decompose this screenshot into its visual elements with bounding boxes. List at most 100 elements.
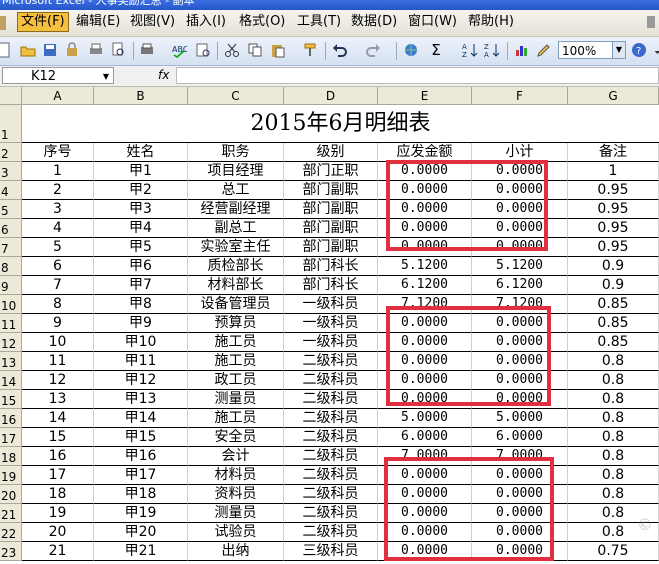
column-label[interactable]: 序号 [22, 143, 94, 162]
table-cell[interactable]: 一级科员 [284, 295, 378, 314]
row-header[interactable]: 18 [0, 447, 22, 466]
table-cell[interactable]: 0.95 [568, 219, 659, 238]
table-cell[interactable]: 部门副职 [284, 219, 378, 238]
table-cell[interactable]: 0.0000 [378, 523, 472, 542]
table-cell[interactable]: 7.0000 [472, 447, 568, 466]
table-cell[interactable]: 0.75 [568, 542, 659, 561]
formula-input[interactable] [176, 67, 659, 84]
table-cell[interactable]: 17 [22, 466, 94, 485]
table-cell[interactable]: 0.0000 [378, 542, 472, 561]
column-label[interactable]: 应发金额 [378, 143, 472, 162]
research-icon[interactable] [195, 42, 211, 58]
table-cell[interactable]: 6 [22, 257, 94, 276]
table-cell[interactable]: 甲4 [94, 219, 188, 238]
permission-icon[interactable] [64, 42, 80, 58]
row-header[interactable]: 5 [0, 200, 22, 219]
table-cell[interactable]: 0.0000 [472, 466, 568, 485]
table-cell[interactable]: 5 [22, 238, 94, 257]
table-cell[interactable]: 7.0000 [378, 447, 472, 466]
table-cell[interactable]: 甲5 [94, 238, 188, 257]
sort-descending-icon[interactable]: ZA [484, 42, 500, 59]
table-cell[interactable]: 0.9 [568, 257, 659, 276]
table-cell[interactable]: 0.0000 [472, 162, 568, 181]
table-cell[interactable]: 材料部长 [188, 276, 284, 295]
table-cell[interactable]: 二级科员 [284, 485, 378, 504]
table-cell[interactable]: 甲20 [94, 523, 188, 542]
table-cell[interactable]: 0.0000 [378, 504, 472, 523]
table-cell[interactable]: 甲14 [94, 409, 188, 428]
table-cell[interactable]: 0.0000 [472, 314, 568, 333]
table-cell[interactable]: 二级科员 [284, 390, 378, 409]
table-cell[interactable]: 5.1200 [472, 257, 568, 276]
table-cell[interactable]: 0.9 [568, 276, 659, 295]
table-cell[interactable]: 0.8 [568, 447, 659, 466]
print-icon-2[interactable] [139, 42, 155, 58]
table-cell[interactable]: 5.1200 [378, 257, 472, 276]
row-header[interactable]: 13 [0, 352, 22, 371]
table-cell[interactable]: 测量员 [188, 504, 284, 523]
table-cell[interactable]: 部门科长 [284, 276, 378, 295]
table-cell[interactable]: 二级科员 [284, 352, 378, 371]
table-cell[interactable]: 15 [22, 428, 94, 447]
table-cell[interactable]: 9 [22, 314, 94, 333]
table-cell[interactable]: 一级科员 [284, 333, 378, 352]
new-icon[interactable] [0, 42, 12, 58]
table-cell[interactable]: 甲11 [94, 352, 188, 371]
table-cell[interactable]: 6.0000 [378, 428, 472, 447]
table-cell[interactable]: 0.8 [568, 409, 659, 428]
table-cell[interactable]: 部门副职 [284, 200, 378, 219]
table-cell[interactable]: 7.1200 [378, 295, 472, 314]
drawing-icon[interactable] [536, 42, 552, 58]
print-preview-icon[interactable] [110, 42, 126, 58]
column-header-c[interactable]: C [188, 87, 284, 105]
table-cell[interactable]: 0.0000 [472, 371, 568, 390]
chevron-down-icon[interactable]: ▼ [612, 42, 625, 58]
table-cell[interactable]: 材料员 [188, 466, 284, 485]
table-cell[interactable]: 部门副职 [284, 181, 378, 200]
menu-insert[interactable]: 插入(I) [183, 13, 229, 31]
table-cell[interactable]: 甲3 [94, 200, 188, 219]
table-cell[interactable]: 二级科员 [284, 504, 378, 523]
table-cell[interactable]: 11 [22, 352, 94, 371]
menu-tools[interactable]: 工具(T) [294, 13, 344, 31]
row-header[interactable]: 3 [0, 162, 22, 181]
table-cell[interactable]: 甲13 [94, 390, 188, 409]
excel-icon[interactable] [0, 16, 6, 30]
table-cell[interactable]: 实验室主任 [188, 238, 284, 257]
function-icon[interactable]: fx [158, 68, 169, 82]
autosum-icon[interactable]: Σ [428, 42, 444, 58]
table-cell[interactable]: 7 [22, 276, 94, 295]
table-cell[interactable]: 二级科员 [284, 371, 378, 390]
table-cell[interactable]: 0.0000 [472, 390, 568, 409]
chevron-down-icon[interactable]: ▼ [103, 68, 109, 85]
table-cell[interactable]: 10 [22, 333, 94, 352]
table-cell[interactable]: 7.1200 [472, 295, 568, 314]
table-cell[interactable]: 项目经理 [188, 162, 284, 181]
table-cell[interactable]: 3 [22, 200, 94, 219]
table-cell[interactable]: 资料员 [188, 485, 284, 504]
table-cell[interactable]: 13 [22, 390, 94, 409]
table-cell[interactable]: 甲12 [94, 371, 188, 390]
zoom-select[interactable]: 100% ▼ [558, 41, 626, 59]
table-cell[interactable]: 0.8 [568, 390, 659, 409]
table-cell[interactable]: 21 [22, 542, 94, 561]
table-cell[interactable]: 0.0000 [378, 219, 472, 238]
select-all-corner[interactable] [0, 87, 22, 105]
table-cell[interactable]: 0.0000 [472, 504, 568, 523]
close-window-icon[interactable] [647, 16, 655, 28]
row-header[interactable]: 2 [0, 143, 22, 162]
table-cell[interactable]: 1 [22, 162, 94, 181]
table-cell[interactable]: 0.95 [568, 238, 659, 257]
table-cell[interactable]: 会计 [188, 447, 284, 466]
row-header[interactable]: 6 [0, 219, 22, 238]
undo-icon[interactable] [332, 42, 348, 58]
table-cell[interactable]: 质检部长 [188, 257, 284, 276]
row-header[interactable]: 10 [0, 295, 22, 314]
table-cell[interactable]: 0.8 [568, 428, 659, 447]
row-header[interactable]: 15 [0, 390, 22, 409]
table-cell[interactable]: 副总工 [188, 219, 284, 238]
table-cell[interactable]: 甲18 [94, 485, 188, 504]
table-cell[interactable]: 0.0000 [378, 352, 472, 371]
table-cell[interactable]: 2 [22, 181, 94, 200]
menu-file[interactable]: 文件(F) [17, 12, 69, 32]
